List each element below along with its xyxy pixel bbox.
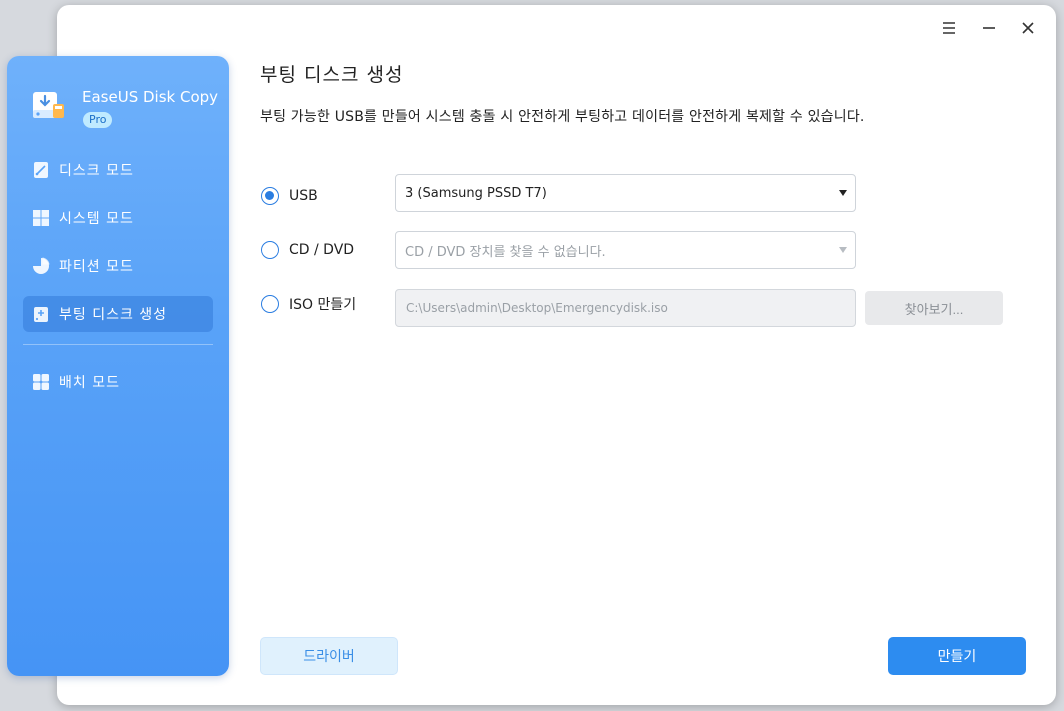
sidebar-item-partition-mode[interactable]: 파티션 모드 [23, 248, 213, 284]
iso-path-input[interactable]: C:\Users\admin\Desktop\Emergencydisk.iso [395, 289, 856, 327]
pie-chart-icon [31, 256, 51, 276]
sidebar-item-label: 시스템 모드 [59, 211, 134, 227]
cd-dvd-device-select[interactable]: CD / DVD 장치를 찾을 수 없습니다. [395, 231, 856, 269]
sidebar-item-batch-mode[interactable]: 배치 모드 [23, 364, 213, 400]
windows-icon [31, 208, 51, 228]
cd-dvd-device-value: CD / DVD 장치를 찾을 수 없습니다. [405, 244, 606, 260]
close-icon[interactable] [1018, 18, 1038, 38]
usb-device-select[interactable]: 3 (Samsung PSSD T7) [395, 174, 856, 212]
sidebar-item-label: 디스크 모드 [59, 163, 134, 179]
minimize-icon[interactable] [979, 18, 999, 38]
sidebar: EaseUS Disk Copy Pro 디스크 모드 시스템 모드 파티션 모… [7, 56, 229, 676]
option-cd-dvd[interactable]: CD / DVD [261, 240, 354, 260]
cd-dvd-label: CD / DVD [289, 242, 355, 258]
create-button[interactable]: 만들기 [888, 637, 1026, 675]
option-iso[interactable]: ISO 만들기 [261, 294, 356, 314]
browse-button[interactable]: 찾아보기... [865, 291, 1003, 325]
sidebar-divider [23, 344, 213, 345]
cd-dvd-radio[interactable] [261, 241, 279, 259]
usb-device-value: 3 (Samsung PSSD T7) [405, 185, 547, 201]
iso-radio[interactable] [261, 295, 279, 313]
pro-badge: Pro [83, 112, 113, 128]
chevron-down-icon [839, 190, 847, 196]
brand: EaseUS Disk Copy Pro [29, 86, 219, 130]
sidebar-item-disk-mode[interactable]: 디스크 모드 [23, 152, 213, 188]
app-name: EaseUS Disk Copy [82, 88, 219, 106]
disk-icon [31, 160, 51, 180]
menu-icon[interactable] [939, 18, 959, 38]
option-usb[interactable]: USB [261, 186, 318, 206]
sidebar-item-label: 배치 모드 [59, 375, 120, 391]
disk-copy-logo-icon [29, 86, 69, 126]
usb-label: USB [289, 188, 318, 204]
iso-path-value: C:\Users\admin\Desktop\Emergencydisk.iso [406, 301, 668, 315]
chevron-down-icon [839, 247, 847, 253]
sidebar-item-label: 파티션 모드 [59, 259, 134, 275]
usb-radio[interactable] [261, 187, 279, 205]
page-title: 부팅 디스크 생성 [260, 64, 404, 86]
sidebar-item-bootable-disk[interactable]: 부팅 디스크 생성 [23, 296, 213, 332]
sidebar-nav: 디스크 모드 시스템 모드 파티션 모드 부팅 디스크 생성 배치 모드 [23, 152, 213, 412]
iso-label: ISO 만들기 [289, 297, 357, 313]
grid-icon [31, 372, 51, 392]
sidebar-item-label: 부팅 디스크 생성 [59, 307, 168, 323]
page-description: 부팅 가능한 USB를 만들어 시스템 충돌 시 안전하게 부팅하고 데이터를 … [260, 109, 865, 125]
sidebar-item-system-mode[interactable]: 시스템 모드 [23, 200, 213, 236]
driver-button[interactable]: 드라이버 [260, 637, 398, 675]
bootable-disk-icon [31, 304, 51, 324]
